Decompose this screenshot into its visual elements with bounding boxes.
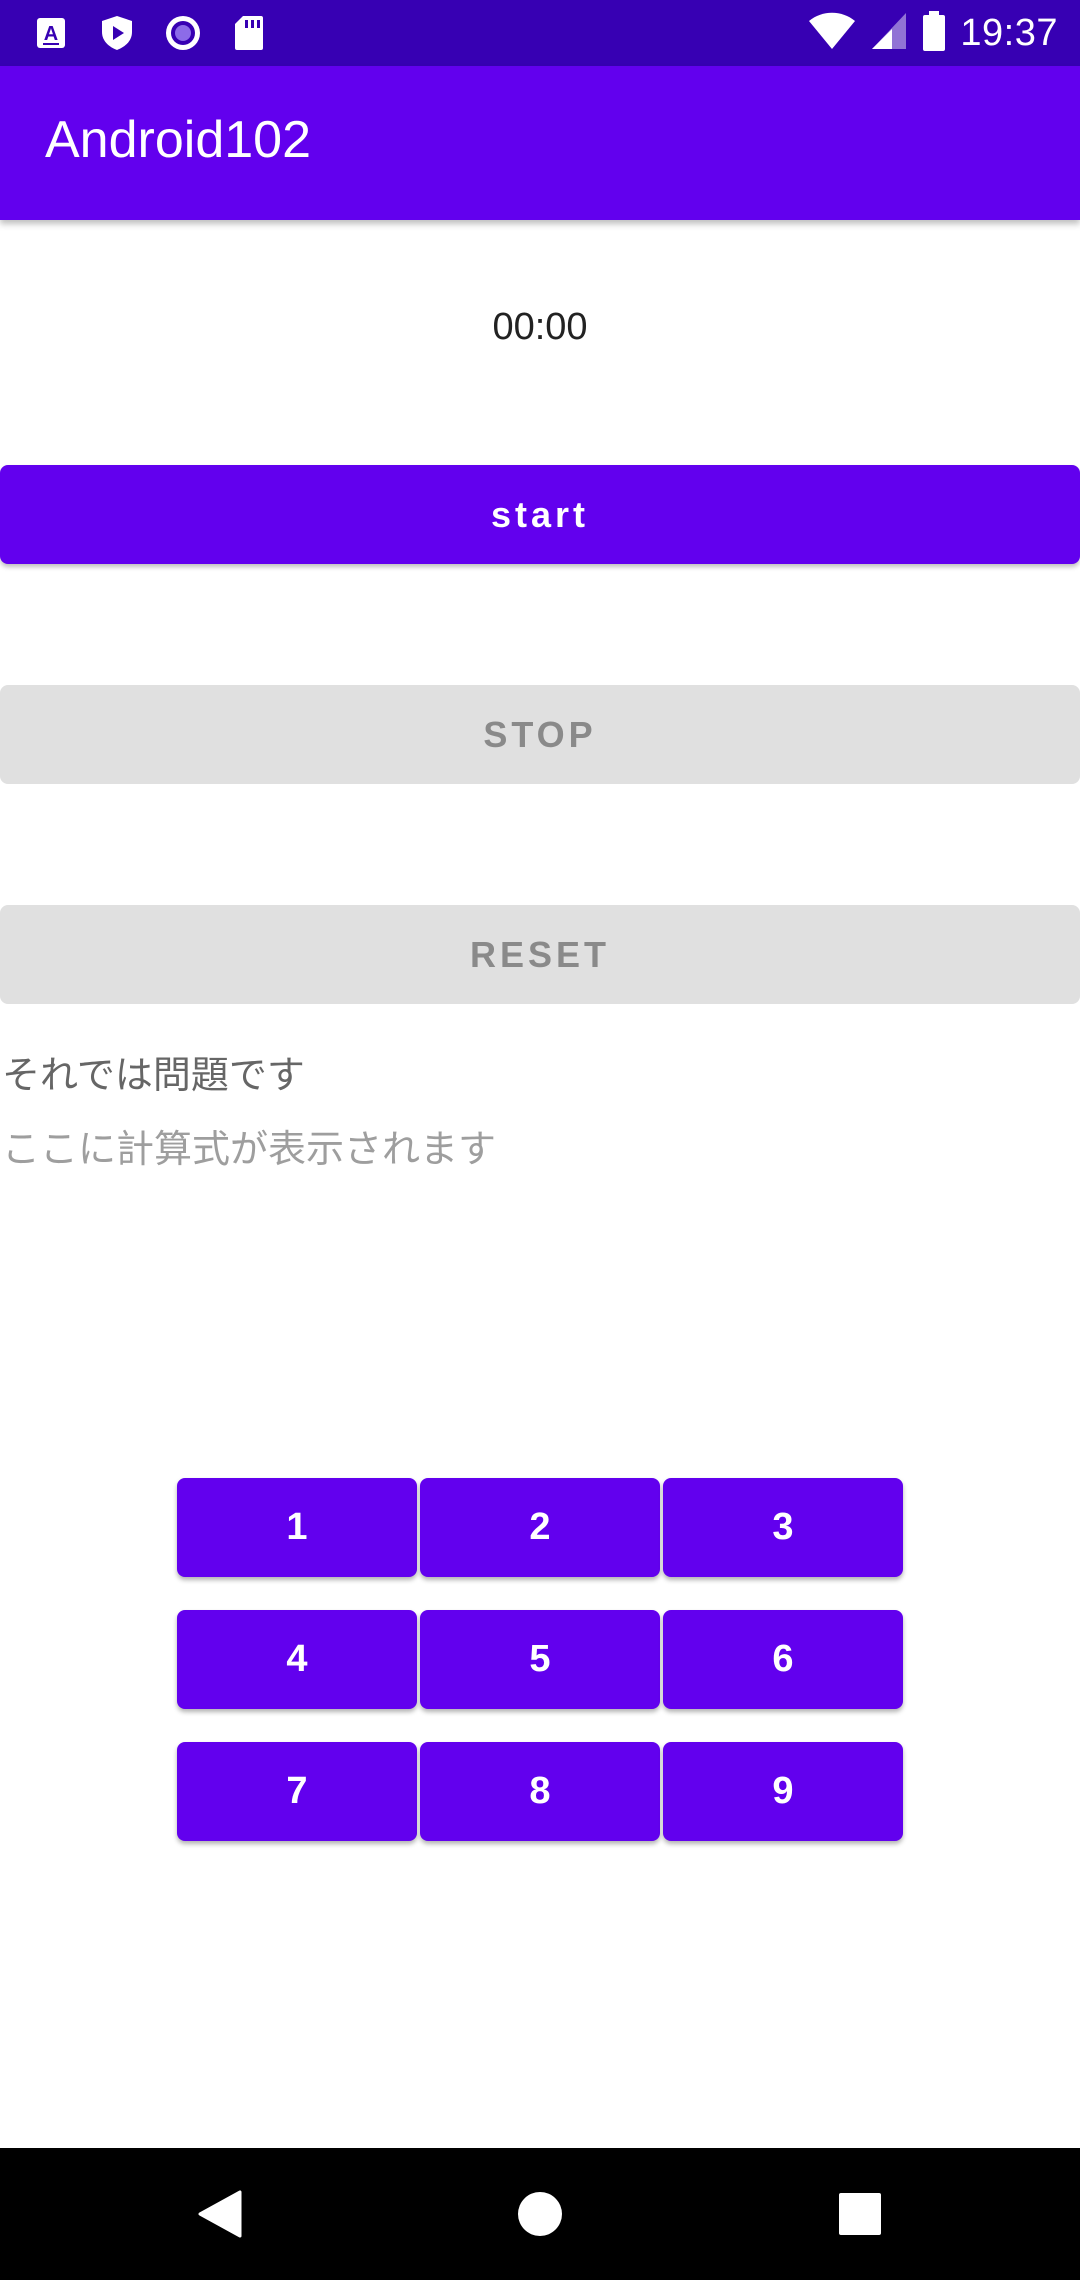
shield-play-icon	[98, 14, 136, 52]
timer-display: 00:00	[492, 306, 588, 348]
recents-icon[interactable]	[814, 2168, 906, 2260]
number-keypad: 1 2 3 4 5 6 7 8 9	[177, 1478, 903, 1841]
notification-a-icon: A	[32, 14, 70, 52]
key-3-button[interactable]: 3	[663, 1478, 903, 1577]
wifi-icon	[808, 11, 856, 55]
navigation-bar	[0, 2148, 1080, 2280]
status-system-icons: 19:37	[808, 10, 1058, 56]
key-1-button[interactable]: 1	[177, 1478, 417, 1577]
home-icon[interactable]	[494, 2168, 586, 2260]
status-time: 19:37	[960, 11, 1058, 54]
reset-button[interactable]: RESET	[0, 905, 1080, 1004]
circle-record-icon	[164, 14, 202, 52]
battery-icon	[922, 11, 946, 55]
start-button[interactable]: start	[0, 465, 1080, 564]
formula-display: ここに計算式が表示されます	[2, 1127, 497, 1171]
key-2-button[interactable]: 2	[420, 1478, 660, 1577]
key-4-button[interactable]: 4	[177, 1610, 417, 1709]
back-icon[interactable]	[174, 2168, 266, 2260]
key-5-button[interactable]: 5	[420, 1610, 660, 1709]
key-9-button[interactable]: 9	[663, 1742, 903, 1841]
key-7-button[interactable]: 7	[177, 1742, 417, 1841]
app-title: Android102	[45, 111, 311, 169]
sd-card-icon	[230, 14, 268, 52]
cellular-signal-icon	[870, 11, 908, 55]
status-notification-icons: A	[32, 12, 268, 54]
svg-text:A: A	[44, 23, 58, 45]
stop-button[interactable]: STOP	[0, 685, 1080, 784]
key-8-button[interactable]: 8	[420, 1742, 660, 1841]
question-label: それでは問題です	[2, 1053, 305, 1097]
app-bar: Android102	[0, 66, 1080, 220]
key-6-button[interactable]: 6	[663, 1610, 903, 1709]
status-bar: A 19:37	[0, 0, 1080, 66]
